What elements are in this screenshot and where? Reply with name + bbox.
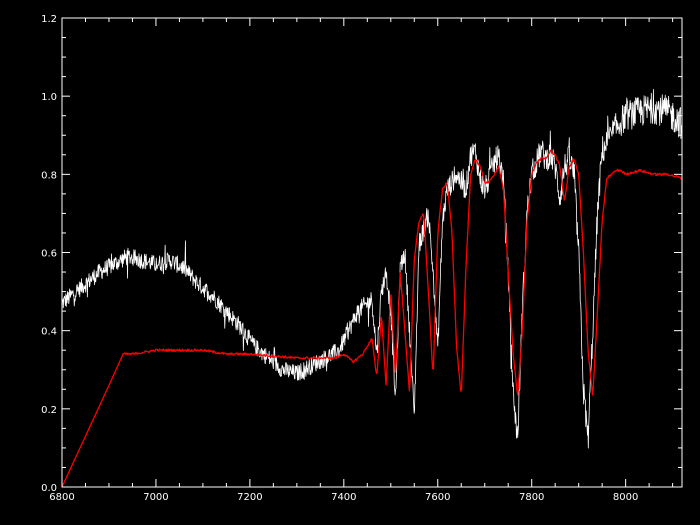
spectrum-chart: 6800 7000 7200 7400 7600 7800 80000.00.20.40.6… [0, 0, 700, 525]
x-tick-label: 7800 [519, 492, 544, 503]
x-tick-label: 7600 [425, 492, 450, 503]
x-tick-label: 7400 [331, 492, 356, 503]
y-tick-label: 1.2 [41, 14, 57, 25]
y-tick-label: 0.8 [41, 170, 57, 181]
y-tick-label: 0.2 [41, 405, 57, 416]
y-tick-label: 1.0 [41, 92, 57, 103]
y-tick-label: 0.4 [41, 327, 57, 338]
x-tick-label: 7200 [237, 492, 262, 503]
x-tick-label: 7000 [143, 492, 168, 503]
y-tick-label: 0.0 [41, 483, 57, 494]
y-tick-label: 0.6 [41, 249, 57, 260]
x-tick-label: 8000 [613, 492, 638, 503]
